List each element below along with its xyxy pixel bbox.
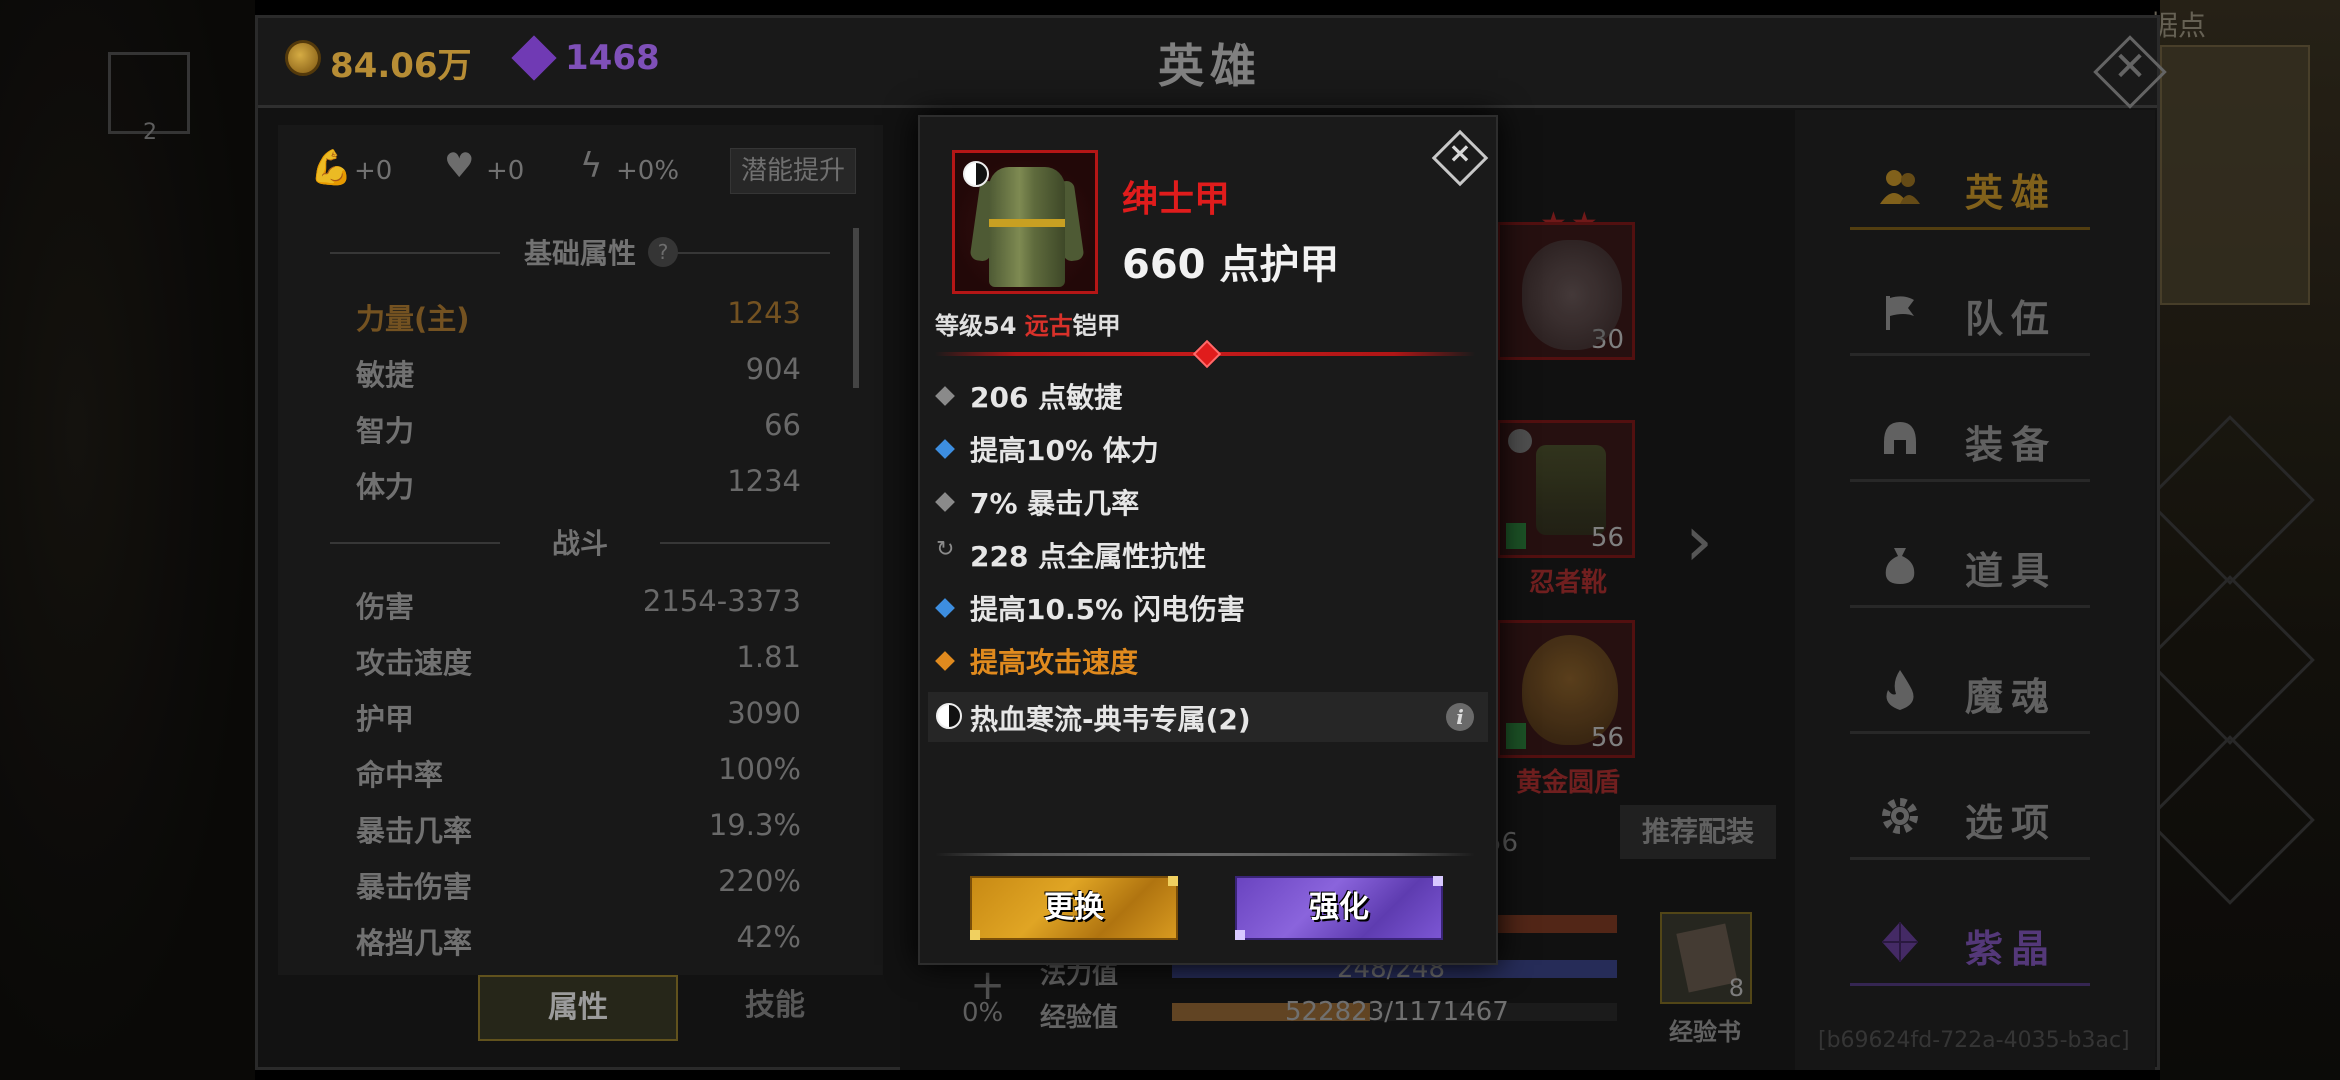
reroll-icon: ↻ [936, 537, 955, 562]
divider [935, 853, 1475, 856]
affix-row: ↻ 228 点全属性抗性 [936, 531, 1478, 581]
info-icon[interactable]: i [1446, 703, 1474, 731]
diamond-bullet-icon [935, 439, 955, 459]
diamond-bullet-icon [935, 651, 955, 671]
item-level-line: 等级54 远古铠甲 [935, 306, 1121, 341]
yinyang-icon [936, 703, 962, 729]
set-bonus-text: 热血寒流-典韦专属(2) [970, 703, 1251, 736]
diamond-bullet-icon [935, 598, 955, 618]
affix-text: 提高10.5% 闪电伤害 [970, 593, 1245, 626]
affix-row: 提高10.5% 闪电伤害 [935, 584, 1478, 634]
item-armor: 660 点护甲 [1122, 242, 1340, 288]
enhance-button-label: 强化 [1309, 890, 1369, 925]
robe-belt [989, 219, 1065, 227]
item-rarity: 远古 [1024, 312, 1073, 340]
enhance-button[interactable]: 强化 [1235, 876, 1443, 940]
corner-accent [1168, 876, 1178, 886]
affix-row: 7% 暴击几率 [935, 478, 1478, 528]
item-level: 等级54 [935, 312, 1025, 340]
corner-accent [1433, 876, 1443, 886]
affix-row: 206 点敏捷 [935, 372, 1478, 422]
affix-text: 228 点全属性抗性 [970, 540, 1207, 573]
item-name: 绅士甲 [1122, 179, 1231, 220]
robe-icon [989, 167, 1065, 287]
yinyang-icon [963, 161, 989, 187]
replace-button-label: 更换 [1044, 890, 1104, 925]
diamond-bullet-icon [935, 386, 955, 406]
affix-text: 7% 暴击几率 [970, 487, 1140, 520]
affix-text: 206 点敏捷 [970, 381, 1123, 414]
item-icon-frame [952, 150, 1098, 294]
affix-text: 提高10% 体力 [970, 434, 1159, 467]
corner-accent [970, 930, 980, 940]
replace-button[interactable]: 更换 [970, 876, 1178, 940]
affix-text: 提高攻击速度 [970, 646, 1139, 679]
corner-accent [1235, 930, 1245, 940]
item-type: 铠甲 [1072, 312, 1121, 340]
affix-row: 提高10% 体力 [935, 425, 1478, 475]
diamond-bullet-icon [935, 492, 955, 512]
close-popup-button[interactable]: × [1430, 128, 1490, 188]
set-bonus-row[interactable]: 热血寒流-典韦专属(2) i [928, 692, 1488, 742]
affix-row: 提高攻击速度 [935, 637, 1478, 687]
close-icon: × [1448, 136, 1472, 169]
